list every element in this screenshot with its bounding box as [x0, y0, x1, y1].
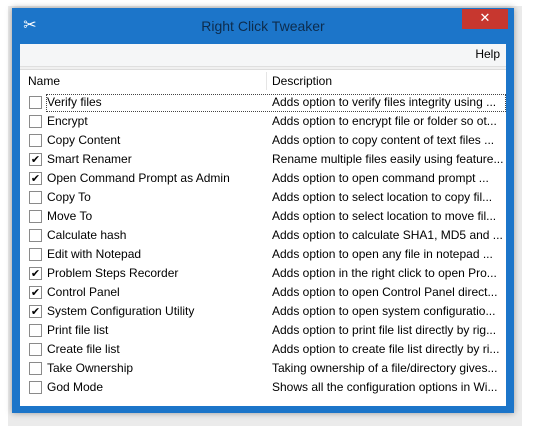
item-checkbox[interactable]: ✔ [29, 267, 42, 280]
item-checkbox[interactable]: ✔ [29, 153, 42, 166]
app-window: ✂ Right Click Tweaker ✕ Help Name Descri… [12, 8, 514, 413]
item-description: Adds option to print file list directly … [272, 323, 497, 337]
checkmark-icon: ✔ [30, 305, 41, 318]
item-checkbox[interactable] [29, 115, 42, 128]
list-item[interactable]: ✔ Smart Renamer Rename multiple files easi… [20, 150, 506, 169]
item-description: Adds option in the right click to open P… [272, 266, 497, 280]
list-item[interactable]: Move To Adds option to select location to… [20, 207, 506, 226]
item-name: Print file list [47, 323, 109, 337]
item-name: God Mode [47, 380, 104, 394]
list-item[interactable]: Take Ownership Taking ownership of a file… [20, 359, 506, 378]
item-description: Adds option to encrypt file or folder so… [272, 114, 497, 128]
item-checkbox[interactable]: ✔ [29, 305, 42, 318]
item-checkbox[interactable] [29, 343, 42, 356]
checkmark-icon: ✔ [30, 286, 41, 299]
item-name: Smart Renamer [47, 152, 132, 166]
item-name: Calculate hash [47, 228, 127, 242]
item-name: Control Panel [47, 285, 120, 299]
column-separator[interactable] [266, 72, 267, 90]
item-name: Create file list [47, 342, 120, 356]
list-item[interactable]: ✔ System Configuration Utility Adds option… [20, 302, 506, 321]
client-area: Help Name Description Verify files Adds o… [20, 44, 506, 406]
item-description: Adds option to select location to move f… [272, 209, 497, 223]
item-name: Open Command Prompt as Admin [47, 171, 230, 185]
title-bar[interactable]: ✂ Right Click Tweaker ✕ [12, 8, 514, 44]
item-checkbox[interactable]: ✔ [29, 286, 42, 299]
item-description: Adds option to open Control Panel direct… [272, 285, 498, 299]
item-name: Problem Steps Recorder [47, 266, 179, 280]
list-item[interactable]: Verify files Adds option to verify files … [20, 93, 506, 112]
item-description: Adds option to verify files integrity us… [272, 95, 497, 109]
item-checkbox[interactable] [29, 191, 42, 204]
options-list[interactable]: Name Description Verify files Adds option… [20, 69, 506, 406]
item-description: Adds option to calculate SHA1, MD5 and .… [272, 228, 503, 242]
list-item[interactable]: ✔ Control Panel Adds option to open Contro… [20, 283, 506, 302]
item-checkbox[interactable] [29, 381, 42, 394]
item-description: Shows all the configuration options in W… [272, 380, 498, 394]
item-checkbox[interactable] [29, 362, 42, 375]
item-description: Adds option to open system configuratio.… [272, 304, 496, 318]
item-checkbox[interactable] [29, 210, 42, 223]
item-name: Copy Content [47, 133, 121, 147]
item-checkbox[interactable] [29, 324, 42, 337]
item-checkbox[interactable] [29, 229, 42, 242]
item-checkbox[interactable]: ✔ [29, 172, 42, 185]
item-checkbox[interactable] [29, 134, 42, 147]
item-description: Adds option to copy content of text file… [272, 133, 495, 147]
item-name: Verify files [47, 95, 102, 109]
item-checkbox[interactable] [29, 96, 42, 109]
column-header-name[interactable]: Name [28, 70, 60, 92]
list-item[interactable]: Encrypt Adds option to encrypt file or fo… [20, 112, 506, 131]
list-item[interactable]: Print file list Adds option to print file… [20, 321, 506, 340]
column-header-description[interactable]: Description [272, 70, 332, 92]
item-description: Adds option to open command prompt ... [272, 171, 489, 185]
item-description: Rename multiple files easily using featu… [272, 152, 504, 166]
item-checkbox[interactable] [29, 248, 42, 261]
list-item[interactable]: ✔ Problem Steps Recorder Adds option in th… [20, 264, 506, 283]
item-name: Take Ownership [47, 361, 134, 375]
list-item[interactable]: Copy To Adds option to select location to… [20, 188, 506, 207]
checkmark-icon: ✔ [30, 172, 41, 185]
item-name: System Configuration Utility [47, 304, 195, 318]
item-description: Adds option to select location to copy f… [272, 190, 493, 204]
list-item[interactable]: Copy Content Adds option to copy content … [20, 131, 506, 150]
list-item[interactable]: Edit with Notepad Adds option to open any… [20, 245, 506, 264]
item-name: Copy To [47, 190, 91, 204]
menu-help[interactable]: Help [475, 47, 500, 61]
checkmark-icon: ✔ [30, 267, 41, 280]
window-title: Right Click Tweaker [201, 18, 325, 34]
checkmark-icon: ✔ [30, 153, 41, 166]
list-item[interactable]: God Mode Shows all the configuration opti… [20, 378, 506, 397]
list-item[interactable]: Create file list Adds option to create fi… [20, 340, 506, 359]
item-description: Adds option to open any file in notepad … [272, 247, 493, 261]
menu-bar: Help [20, 44, 506, 67]
list-item[interactable]: ✔ Open Command Prompt as Admin Adds option… [20, 169, 506, 188]
item-description: Adds option to create file list directly… [272, 342, 500, 356]
item-description: Taking ownership of a file/directory giv… [272, 361, 498, 375]
close-button[interactable]: ✕ [462, 9, 508, 29]
item-name: Encrypt [47, 114, 88, 128]
list-item[interactable]: Calculate hash Adds option to calculate S… [20, 226, 506, 245]
item-name: Edit with Notepad [47, 247, 142, 261]
item-name: Move To [47, 209, 93, 223]
